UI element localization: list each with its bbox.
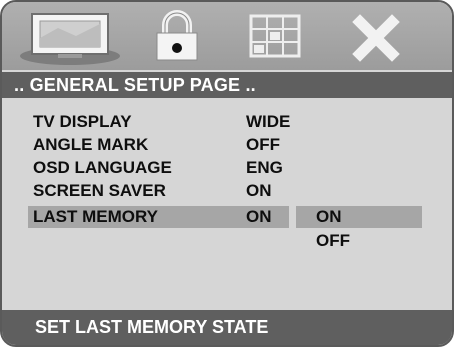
setting-value: OFF [246,135,280,154]
setup-menu-panel: .. GENERAL SETUP PAGE .. TV DISPLAY WIDE… [0,0,454,347]
setting-value: ON [246,181,272,200]
setting-label: OSD LANGUAGE [33,158,172,177]
settings-list: TV DISPLAY WIDE ANGLE MARK OFF OSD LANGU… [2,98,452,312]
lock-icon [156,10,198,61]
setting-value: WIDE [246,112,291,131]
tab-preference-setup[interactable] [248,8,304,66]
submenu-highlight [296,206,422,228]
setting-row-angle-mark[interactable]: ANGLE MARK OFF [2,134,452,156]
setting-row-screen-saver[interactable]: SCREEN SAVER ON [2,180,452,202]
tab-exit-setup[interactable] [348,8,404,66]
page-title: .. GENERAL SETUP PAGE .. [2,72,452,98]
tab-password-setup[interactable] [149,8,205,66]
close-icon [352,14,400,62]
tab-bar [2,2,452,70]
setting-label: SCREEN SAVER [33,181,166,200]
submenu-option-off[interactable]: OFF [316,230,350,252]
tab-general-setup[interactable] [18,8,122,66]
grid-icon [249,14,301,58]
setting-value: ENG [246,158,283,177]
setting-label: ANGLE MARK [33,135,149,154]
tv-display-icon [20,13,120,65]
submenu-option-on[interactable]: ON [316,206,342,228]
setting-value: ON [246,207,272,226]
setting-label: LAST MEMORY [33,207,158,226]
setting-label: TV DISPLAY [33,112,132,131]
setting-row-osd-language[interactable]: OSD LANGUAGE ENG [2,157,452,179]
setting-row-tv-display[interactable]: TV DISPLAY WIDE [2,111,452,133]
status-bar: SET LAST MEMORY STATE [2,310,452,345]
